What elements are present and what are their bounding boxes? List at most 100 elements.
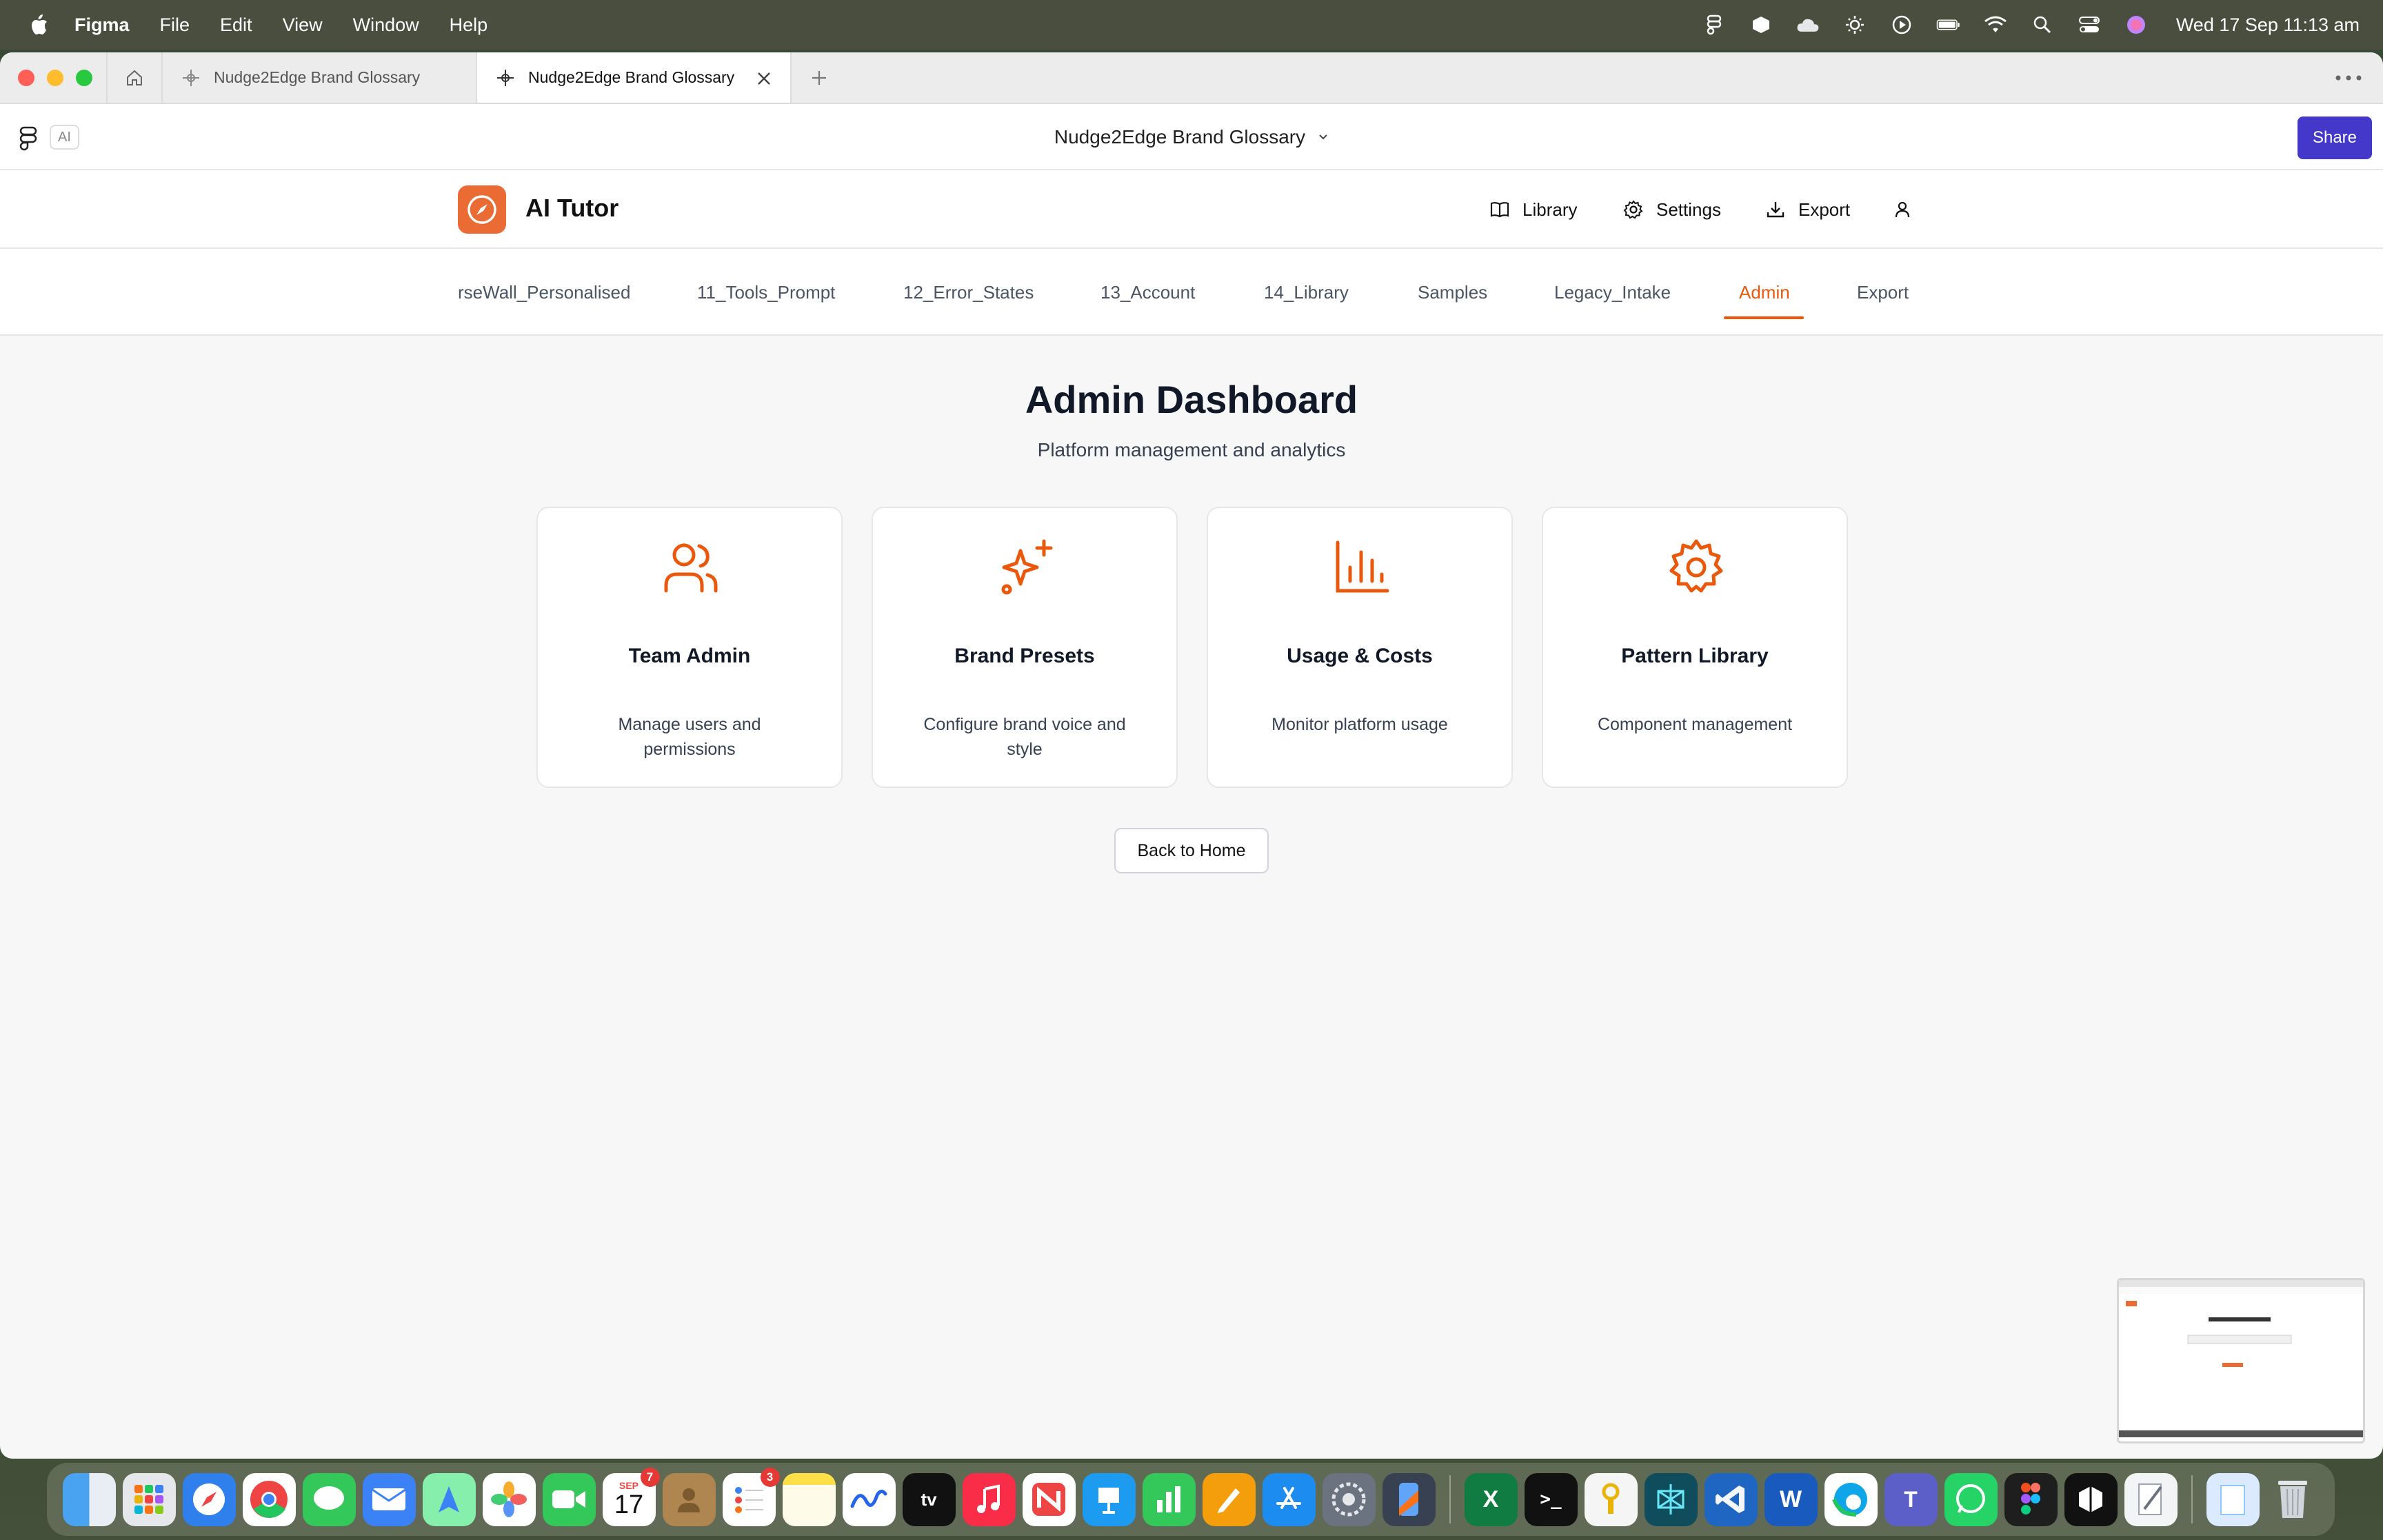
- page-tab-legacy-intake[interactable]: Legacy_Intake: [1554, 282, 1671, 303]
- home-icon: [127, 70, 142, 85]
- close-window-button[interactable]: [18, 69, 34, 86]
- zoom-window-button[interactable]: [76, 69, 92, 86]
- box-drive-icon[interactable]: [2064, 1472, 2118, 1526]
- usage-costs-card[interactable]: Usage & Costs Monitor platform usage: [1207, 507, 1513, 788]
- brand-presets-card[interactable]: Brand Presets Configure brand voice and …: [872, 507, 1178, 788]
- system-settings-icon[interactable]: [1322, 1472, 1376, 1526]
- document-title[interactable]: Nudge2Edge Brand Glossary: [0, 104, 2383, 170]
- export-nav-button[interactable]: Export: [1765, 192, 1850, 227]
- freeform-icon[interactable]: [842, 1472, 896, 1526]
- menu-view[interactable]: View: [283, 14, 323, 36]
- page-tab-admin[interactable]: Admin: [1739, 282, 1790, 303]
- more-options-button[interactable]: [2335, 68, 2362, 88]
- trash-icon[interactable]: [2266, 1473, 2320, 1526]
- settings-nav-label: Settings: [1656, 199, 1721, 220]
- chevron-down-icon: [1319, 134, 1327, 140]
- mail-icon[interactable]: [362, 1472, 416, 1526]
- search-icon[interactable]: [2030, 12, 2055, 37]
- apple-logo-icon[interactable]: [25, 11, 52, 39]
- file-tab-1-label: Nudge2Edge Brand Glossary: [214, 68, 421, 86]
- photos-icon[interactable]: [482, 1472, 536, 1526]
- iphone-mirroring-icon[interactable]: [1382, 1472, 1436, 1526]
- new-tab-button[interactable]: [792, 52, 847, 103]
- music-icon[interactable]: [962, 1472, 1016, 1526]
- keynote-icon[interactable]: [1082, 1472, 1136, 1526]
- battery-icon[interactable]: [1936, 12, 1961, 37]
- menu-help[interactable]: Help: [450, 14, 488, 36]
- whatsapp-icon[interactable]: [1944, 1472, 1998, 1526]
- close-tab-icon[interactable]: [754, 69, 774, 88]
- safari-icon[interactable]: [182, 1472, 236, 1526]
- brightness-icon[interactable]: [1842, 12, 1867, 37]
- messages-icon[interactable]: [302, 1472, 356, 1526]
- textedit-icon[interactable]: [2124, 1472, 2178, 1526]
- terminal-icon[interactable]: >_: [1524, 1472, 1578, 1526]
- share-button[interactable]: Share: [2297, 116, 2372, 159]
- page-tab-coursewall[interactable]: rseWall_Personalised: [458, 282, 630, 303]
- calendar-month: SEP: [619, 1480, 639, 1491]
- menu-edit[interactable]: Edit: [220, 14, 252, 36]
- calendar-badge: 7: [640, 1467, 660, 1487]
- siri-icon[interactable]: [2124, 12, 2149, 37]
- notes-icon[interactable]: [782, 1472, 836, 1526]
- cloud-icon[interactable]: [1796, 12, 1820, 37]
- page-tab-library[interactable]: 14_Library: [1264, 282, 1349, 303]
- facetime-icon[interactable]: [542, 1472, 596, 1526]
- menu-clock[interactable]: Wed 17 Sep 11:13 am: [2176, 14, 2360, 36]
- calendar-icon[interactable]: SEP 17 7: [602, 1467, 660, 1526]
- page-tab-export[interactable]: Export: [1857, 282, 1909, 303]
- app-logo[interactable]: [458, 185, 506, 234]
- control-center-icon[interactable]: [2077, 12, 2102, 37]
- document-title-label: Nudge2Edge Brand Glossary: [1054, 126, 1306, 148]
- file-tab-1[interactable]: Nudge2Edge Brand Glossary: [163, 52, 477, 103]
- teams-icon[interactable]: T: [1884, 1472, 1938, 1526]
- back-to-home-button[interactable]: Back to Home: [1114, 828, 1269, 873]
- file-tab-2[interactable]: Nudge2Edge Brand Glossary: [477, 52, 792, 103]
- gear-icon: [1623, 200, 1643, 219]
- profile-button[interactable]: [1892, 192, 1913, 227]
- library-nav-button[interactable]: Library: [1489, 192, 1577, 227]
- main-content: Admin Dashboard Platform management and …: [0, 336, 2383, 1439]
- menu-window[interactable]: Window: [353, 14, 419, 36]
- figma-dock-icon[interactable]: [2004, 1472, 2058, 1526]
- news-icon[interactable]: [1022, 1472, 1076, 1526]
- user-icon: [1895, 201, 1910, 218]
- users-icon: [664, 543, 718, 593]
- pages-icon[interactable]: [1202, 1472, 1256, 1526]
- vscode-icon[interactable]: [1704, 1472, 1758, 1526]
- chrome-icon[interactable]: [242, 1472, 296, 1526]
- page-tab-samples[interactable]: Samples: [1418, 282, 1487, 303]
- home-tab[interactable]: [108, 52, 163, 103]
- box-status-icon[interactable]: [1749, 12, 1773, 37]
- minimap-thumbnail[interactable]: [2117, 1278, 2365, 1443]
- menu-file[interactable]: File: [160, 14, 190, 36]
- file-tab-2-label: Nudge2Edge Brand Glossary: [528, 68, 735, 86]
- page-tab-account[interactable]: 13_Account: [1100, 282, 1195, 303]
- reminders-icon[interactable]: 3: [722, 1467, 780, 1526]
- perplexity-icon[interactable]: [1644, 1472, 1698, 1526]
- page-tab-tools-prompt[interactable]: 11_Tools_Prompt: [697, 282, 835, 303]
- word-icon[interactable]: W: [1764, 1472, 1818, 1526]
- maps-icon[interactable]: [422, 1472, 476, 1526]
- team-admin-card[interactable]: Team Admin Manage users and permissions: [536, 507, 843, 788]
- figma-toolbar: AI Nudge2Edge Brand Glossary Share: [0, 104, 2383, 170]
- minimize-window-button[interactable]: [47, 69, 63, 86]
- library-nav-label: Library: [1522, 199, 1578, 220]
- contacts-icon[interactable]: [662, 1472, 716, 1526]
- apple-tv-icon[interactable]: tv: [902, 1472, 956, 1526]
- play-icon[interactable]: [1889, 12, 1914, 37]
- menu-app-figma[interactable]: Figma: [74, 14, 130, 36]
- wifi-icon[interactable]: [1983, 12, 2008, 37]
- finder-icon[interactable]: [62, 1472, 116, 1526]
- numbers-icon[interactable]: [1142, 1472, 1196, 1526]
- figma-status-icon[interactable]: [1702, 12, 1727, 37]
- app-store-icon[interactable]: [1262, 1472, 1316, 1526]
- settings-nav-button[interactable]: Settings: [1623, 192, 1721, 227]
- documents-folder-icon[interactable]: [2206, 1472, 2260, 1526]
- pattern-library-card[interactable]: Pattern Library Component management: [1542, 507, 1848, 788]
- edge-icon[interactable]: [1824, 1472, 1878, 1526]
- page-tab-error-states[interactable]: 12_Error_States: [903, 282, 1034, 303]
- keychain-icon[interactable]: [1584, 1472, 1638, 1526]
- launchpad-icon[interactable]: [122, 1472, 176, 1526]
- excel-icon[interactable]: X: [1464, 1472, 1518, 1526]
